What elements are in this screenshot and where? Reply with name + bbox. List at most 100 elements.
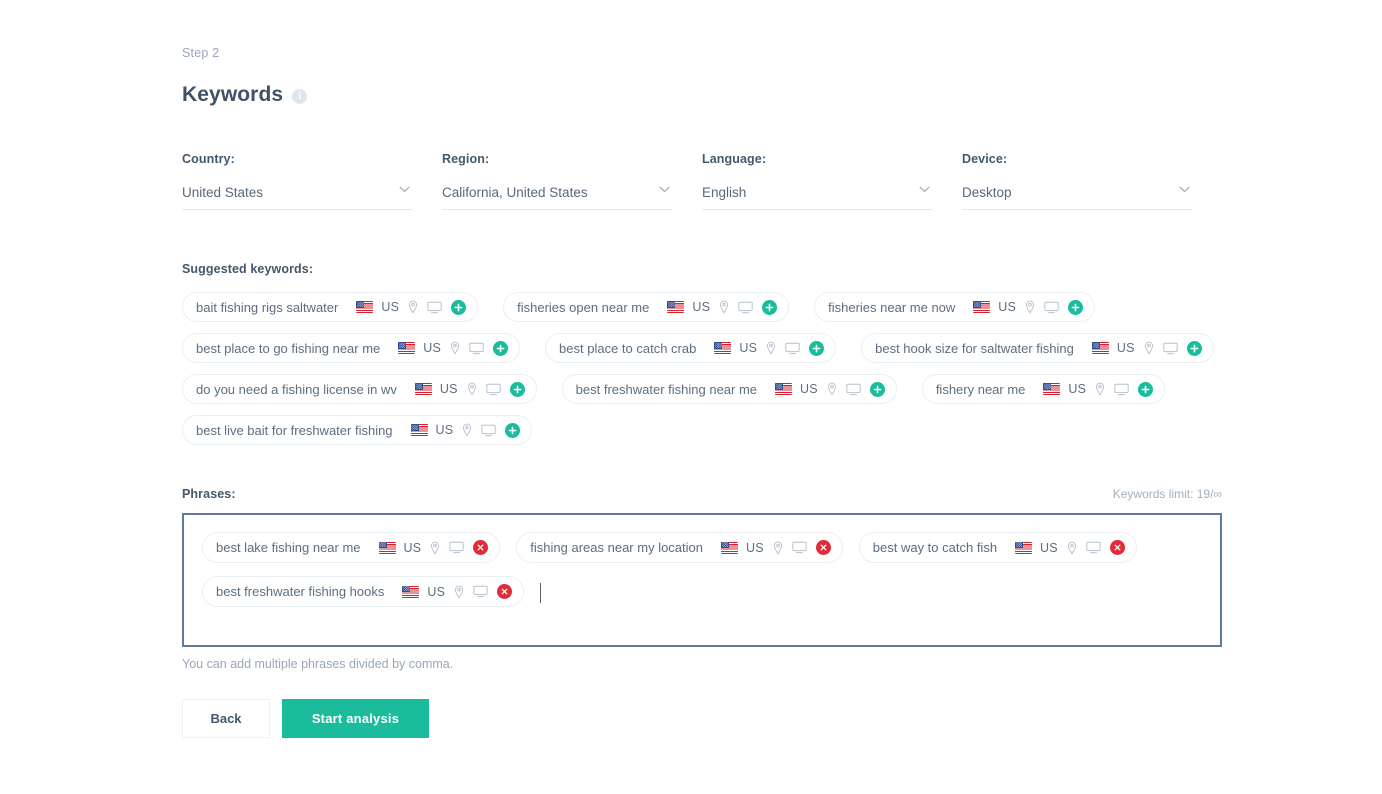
add-keyword-button[interactable]: [809, 340, 825, 356]
add-keyword-button[interactable]: [509, 381, 525, 397]
location-pin-icon[interactable]: [718, 300, 730, 314]
remove-keyword-button[interactable]: [1109, 540, 1125, 555]
add-keyword-button[interactable]: [505, 422, 521, 438]
phrases-header: Phrases: Keywords limit: 19/∞: [182, 487, 1222, 501]
suggested-keyword-chip[interactable]: best live bait for freshwater fishing US: [182, 415, 533, 445]
suggested-keyword-chip[interactable]: fisheries open near me US: [503, 292, 790, 322]
filter-select-language[interactable]: English: [702, 185, 932, 210]
keywords-limit: Keywords limit: 19/∞: [1112, 487, 1222, 501]
location-pin-icon[interactable]: [449, 341, 461, 355]
keyword-text: best lake fishing near me: [216, 540, 361, 555]
country-code: US: [746, 540, 764, 555]
desktop-monitor-icon[interactable]: [449, 541, 464, 554]
location-pin-icon[interactable]: [461, 423, 473, 437]
chevron-down-icon: [659, 186, 670, 193]
keyword-text: best way to catch fish: [872, 540, 998, 555]
location-pin-icon[interactable]: [826, 382, 838, 396]
start-analysis-button[interactable]: Start analysis: [282, 699, 429, 738]
location-pin-icon[interactable]: [1143, 341, 1155, 355]
close-icon: [500, 587, 509, 596]
filter-value-device: Desktop: [962, 185, 1012, 200]
location-pin-icon[interactable]: [429, 541, 441, 555]
suggested-keyword-chip[interactable]: fishery near me US: [921, 374, 1166, 404]
location-pin-icon[interactable]: [1094, 382, 1106, 396]
add-keyword-button[interactable]: [762, 299, 778, 315]
filter-label-language: Language:: [702, 152, 767, 166]
remove-keyword-button[interactable]: [497, 584, 513, 599]
plus-icon: [1189, 343, 1200, 354]
location-pin-icon[interactable]: [1066, 541, 1078, 555]
filter-select-country[interactable]: United States: [182, 185, 412, 210]
phrase-chip[interactable]: best lake fishing near me US: [202, 532, 501, 563]
back-button[interactable]: Back: [182, 699, 270, 738]
us-flag-icon: [410, 424, 428, 436]
phrases-input-box[interactable]: best lake fishing near me US fishing areas…: [182, 513, 1222, 647]
suggested-keywords-section: Suggested keywords: bait fishing rigs sa…: [182, 262, 1222, 445]
plus-icon: [764, 302, 775, 313]
add-keyword-button[interactable]: [869, 381, 885, 397]
location-pin-icon[interactable]: [466, 382, 478, 396]
country-code: US: [423, 341, 442, 355]
plus-icon: [507, 425, 518, 436]
desktop-monitor-icon[interactable]: [1044, 301, 1059, 314]
location-pin-icon[interactable]: [772, 541, 784, 555]
chevron-down-icon: [399, 186, 410, 193]
remove-keyword-button[interactable]: [815, 540, 831, 555]
suggested-keyword-chip[interactable]: best place to catch crab US: [545, 333, 837, 363]
desktop-monitor-icon[interactable]: [738, 301, 753, 314]
phrase-chip[interactable]: best way to catch fish US: [858, 532, 1137, 563]
desktop-monitor-icon[interactable]: [785, 342, 800, 355]
filter-label-region: Region:: [442, 152, 490, 166]
desktop-monitor-icon[interactable]: [427, 301, 442, 314]
desktop-monitor-icon[interactable]: [473, 585, 488, 598]
desktop-monitor-icon[interactable]: [846, 383, 861, 396]
add-keyword-button[interactable]: [1068, 299, 1084, 315]
us-flag-icon: [356, 301, 374, 313]
close-icon: [819, 543, 828, 552]
phrase-chip[interactable]: best freshwater fishing hooks US: [202, 576, 525, 607]
add-keyword-button[interactable]: [451, 299, 467, 315]
suggested-keyword-chip[interactable]: best hook size for saltwater fishing US: [861, 333, 1214, 363]
filters-row: Country: United States Region: California, …: [182, 152, 1222, 210]
suggested-keyword-chip[interactable]: best freshwater fishing near me US: [561, 374, 897, 404]
desktop-monitor-icon[interactable]: [1162, 342, 1178, 355]
keyword-text: best place to catch crab: [559, 340, 697, 356]
location-pin-icon[interactable]: [407, 300, 419, 314]
add-keyword-button[interactable]: [1186, 340, 1202, 356]
chevron-down-icon: [1179, 186, 1190, 193]
info-icon[interactable]: i: [292, 89, 308, 104]
location-pin-icon[interactable]: [453, 585, 465, 599]
add-keyword-button[interactable]: [493, 340, 509, 356]
us-flag-icon: [398, 342, 416, 354]
suggested-keyword-chip[interactable]: do you need a fishing license in wv US: [182, 374, 537, 404]
plus-icon: [872, 384, 883, 395]
country-code: US: [739, 341, 758, 355]
keyword-text: fisheries open near me: [517, 299, 650, 315]
desktop-monitor-icon[interactable]: [469, 342, 484, 355]
desktop-monitor-icon[interactable]: [1114, 383, 1129, 396]
remove-keyword-button[interactable]: [473, 540, 489, 555]
add-keyword-button[interactable]: [1138, 381, 1154, 397]
country-code: US: [435, 423, 454, 437]
phrases-section: Phrases: Keywords limit: 19/∞ best lake …: [182, 487, 1222, 671]
desktop-monitor-icon[interactable]: [481, 424, 496, 437]
location-pin-icon[interactable]: [765, 341, 777, 355]
desktop-monitor-icon[interactable]: [1086, 541, 1101, 554]
filter-select-device[interactable]: Desktop: [962, 185, 1192, 210]
desktop-monitor-icon[interactable]: [792, 541, 807, 554]
desktop-monitor-icon[interactable]: [486, 383, 501, 396]
phrase-chip[interactable]: fishing areas near my location US: [516, 532, 843, 563]
suggested-keyword-chip[interactable]: fisheries near me now US: [814, 292, 1096, 322]
filter-select-region[interactable]: California, United States: [442, 185, 672, 210]
location-pin-icon[interactable]: [1024, 300, 1036, 314]
keyword-text: fishery near me: [935, 381, 1026, 397]
suggested-keyword-chip[interactable]: bait fishing rigs saltwater US: [182, 292, 479, 322]
phrases-hint: You can add multiple phrases divided by …: [182, 657, 454, 671]
us-flag-icon: [1091, 342, 1109, 354]
keyword-text: best freshwater fishing hooks: [216, 584, 385, 599]
keyword-text: do you need a fishing license in wv: [196, 381, 397, 397]
keyword-text: best live bait for freshwater fishing: [196, 422, 393, 438]
country-code: US: [381, 300, 400, 314]
suggested-keyword-chip[interactable]: best place to go fishing near me US: [182, 333, 521, 363]
filter-group-region: Region: California, United States: [442, 152, 702, 210]
